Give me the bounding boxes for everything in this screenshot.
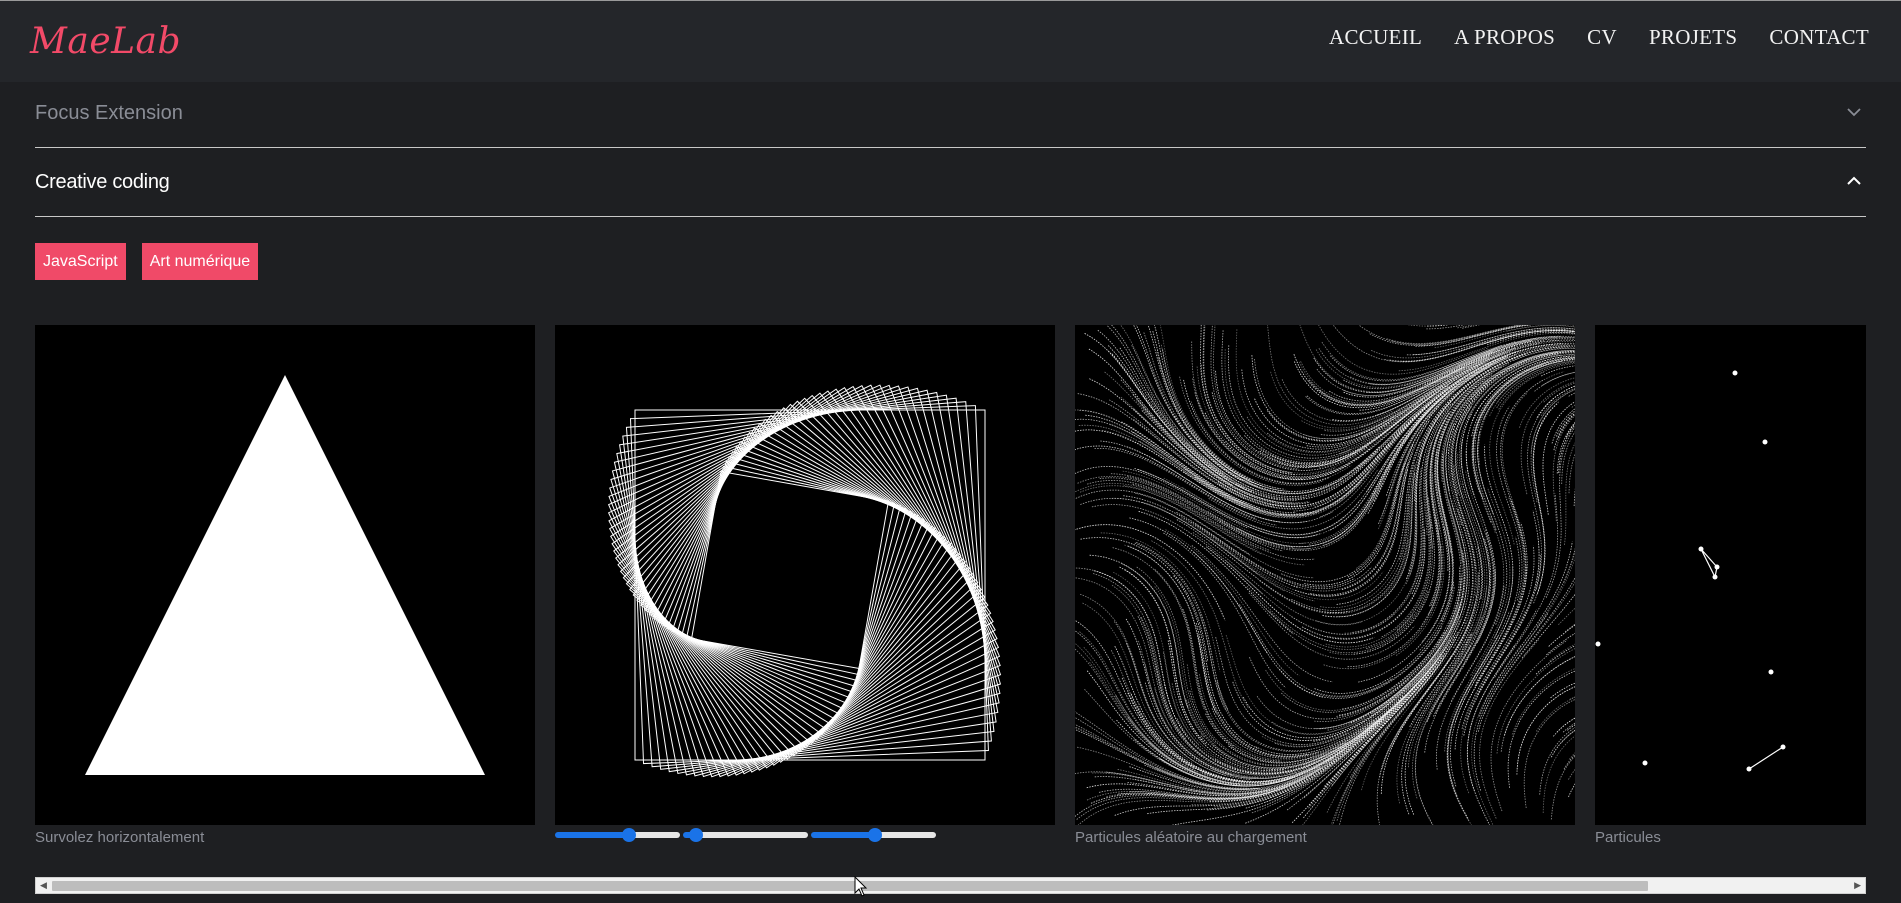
horizontal-scrollbar[interactable]: ◀ ▶ bbox=[35, 877, 1866, 894]
caption-triangle: Survolez horizontalement bbox=[35, 829, 205, 846]
accordion-title: Creative coding bbox=[35, 171, 170, 193]
nav-accueil[interactable]: ACCUEIL bbox=[1329, 25, 1422, 50]
site-header: MaeLab ACCUEIL A PROPOS CV PROJETS CONTA… bbox=[0, 1, 1901, 82]
chevron-up-icon bbox=[1847, 176, 1861, 185]
accordion-item-creative-coding[interactable]: Creative coding bbox=[35, 148, 1866, 217]
caption-particles: Particules bbox=[1595, 829, 1661, 846]
caption-flow-field: Particules aléatoire au chargement bbox=[1075, 829, 1307, 846]
nav-a-propos[interactable]: A PROPOS bbox=[1454, 25, 1555, 50]
sketch-rotating-squares-canvas[interactable] bbox=[555, 325, 1055, 825]
sketch-particles-canvas[interactable] bbox=[1595, 325, 1866, 825]
scrollbar-thumb[interactable] bbox=[52, 881, 1648, 891]
sketch-flow-field-canvas[interactable] bbox=[1075, 325, 1575, 825]
slider-group bbox=[555, 828, 939, 842]
rotating-squares-drawing bbox=[607, 384, 1002, 778]
slider-3[interactable] bbox=[811, 828, 939, 842]
slider-1[interactable] bbox=[555, 828, 683, 842]
nav-cv[interactable]: CV bbox=[1587, 25, 1617, 50]
tag-list: JavaScript Art numérique bbox=[35, 243, 259, 280]
accordion-item-focus-extension[interactable]: Focus Extension bbox=[35, 82, 1866, 148]
mouse-cursor-icon bbox=[854, 876, 868, 897]
sketch-triangle-canvas[interactable] bbox=[35, 325, 535, 825]
particles-drawing bbox=[1595, 370, 1786, 772]
slider-2[interactable] bbox=[683, 828, 811, 842]
flow-field-drawing bbox=[1075, 325, 1575, 825]
tag-javascript[interactable]: JavaScript bbox=[35, 243, 126, 280]
scroll-left-icon[interactable]: ◀ bbox=[40, 880, 47, 891]
nav-contact[interactable]: CONTACT bbox=[1769, 25, 1869, 50]
accordion-title: Focus Extension bbox=[35, 102, 183, 124]
nav-projets[interactable]: PROJETS bbox=[1649, 25, 1737, 50]
chevron-down-icon bbox=[1847, 108, 1861, 117]
main-nav: ACCUEIL A PROPOS CV PROJETS CONTACT bbox=[1329, 25, 1869, 50]
scroll-right-icon[interactable]: ▶ bbox=[1854, 880, 1861, 891]
triangle-shape bbox=[85, 375, 485, 775]
logo[interactable]: MaeLab bbox=[30, 21, 181, 62]
tag-art-numerique[interactable]: Art numérique bbox=[141, 243, 259, 280]
